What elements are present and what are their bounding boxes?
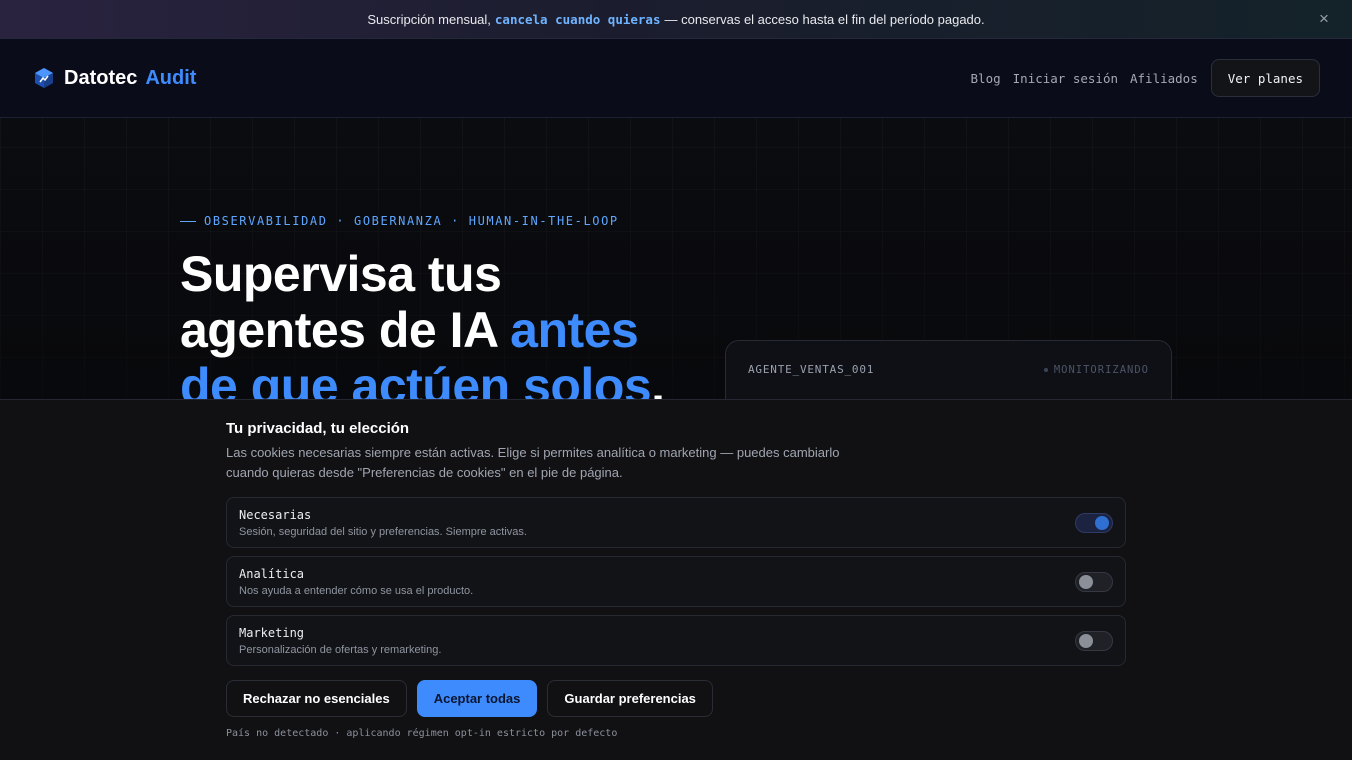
brand-name: Datotec [64,66,138,89]
announcement-text-after: — conservas el acceso hasta el fin del p… [664,11,985,27]
brand-product: Audit [145,66,197,89]
save-preferences-button[interactable]: Guardar preferencias [547,680,713,717]
view-plans-button[interactable]: Ver planes [1210,59,1320,97]
toggle-analytics[interactable] [1075,572,1113,592]
eyebrow-text: OBSERVABILIDAD · GOBERNANZA · HUMAN-IN-T… [204,214,619,228]
pref-name: Analítica [239,567,305,581]
agent-status-text: MONITORIZANDO [1053,363,1149,376]
pref-description: Personalización de ofertas y remarketing… [239,644,442,656]
headline-line-2-text: agentes de IA [180,302,511,358]
toggle-marketing[interactable] [1075,631,1113,651]
cookie-pref-marketing: Marketing Personalización de ofertas y r… [226,615,1126,666]
headline-accent-antes: antes [510,302,639,358]
headline-line-1: Supervisa tus [180,246,502,302]
hero-headline: Supervisa tus agentes de IA antes de que… [180,246,740,400]
headline-line-2: agentes de IA antes [180,302,740,358]
hero-eyebrow: OBSERVABILIDAD · GOBERNANZA · HUMAN-IN-T… [180,214,619,228]
cookie-title: Tu privacidad, tu elección [226,420,410,437]
cookie-description: Las cookies necesarias siempre están act… [226,445,840,480]
logo-icon [35,68,53,88]
cookie-consent-panel: Tu privacidad, tu elección Las cookies n… [0,399,1352,760]
brand-logo[interactable]: Datotec Audit [32,66,196,90]
pref-name: Marketing [239,626,305,640]
cookie-footnote: País no detectado · aplicando régimen op… [226,728,618,739]
hero-section: OBSERVABILIDAD · GOBERNANZA · HUMAN-IN-T… [0,118,1352,400]
announcement-bar: Suscripción mensual, cancela cuando quie… [0,0,1352,39]
nav-links: Blog Iniciar sesión Afiliados Ver planes [971,59,1320,97]
toggle-knob [1079,575,1093,589]
agent-card-header: AGENTE_VENTAS_001 MONITORIZANDO [748,363,1149,376]
announcement-highlight: cancela cuando quieras [494,11,661,27]
close-icon[interactable]: × [1314,9,1334,29]
headline-accent-line-3: de que actúen solos [180,358,652,400]
agent-monitor-card: AGENTE_VENTAS_001 MONITORIZANDO [725,340,1172,400]
toggle-knob [1079,634,1093,648]
nav-link-affiliates[interactable]: Afiliados [1130,71,1198,86]
nav-link-blog[interactable]: Blog [971,71,1001,86]
announcement-text-before: Suscripción mensual, [367,11,491,27]
eyebrow-dash [180,220,196,222]
cookie-pref-analytics: Analítica Nos ayuda a entender cómo se u… [226,556,1126,607]
nav-link-login[interactable]: Iniciar sesión [1013,71,1118,86]
navbar: Datotec Audit Blog Iniciar sesión Afilia… [0,39,1352,118]
pref-description: Sesión, seguridad del sitio y preferenci… [239,526,527,538]
reject-nonessential-button[interactable]: Rechazar no esenciales [226,680,407,717]
agent-status: MONITORIZANDO [1043,363,1149,376]
cookie-pref-necessary: Necesarias Sesión, seguridad del sitio y… [226,497,1126,548]
pref-name: Necesarias [239,508,312,522]
accept-all-button[interactable]: Aceptar todas [416,680,538,717]
headline-period: . [651,358,665,400]
pref-description: Nos ayuda a entender cómo se usa el prod… [239,585,474,597]
headline-line-3: de que actúen solos. [180,358,740,400]
cookie-actions: Rechazar no esenciales Aceptar todas Gua… [226,680,713,717]
status-dot-icon [1043,367,1048,372]
toggle-knob [1095,516,1109,530]
agent-id: AGENTE_VENTAS_001 [748,363,875,376]
toggle-necessary[interactable] [1075,513,1113,533]
